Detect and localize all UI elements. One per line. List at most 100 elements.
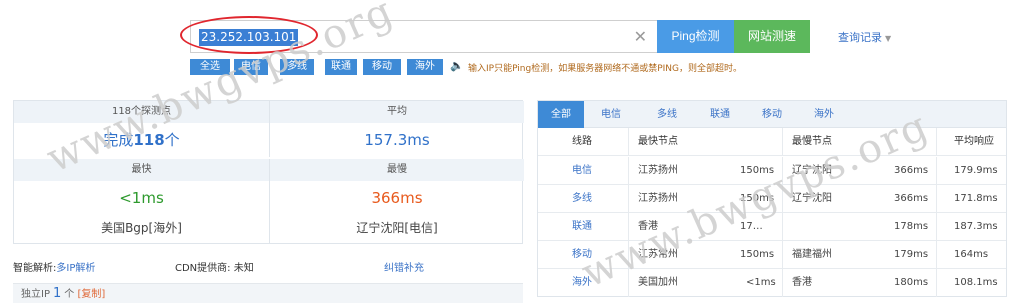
smart-dns-label: 智能解析: (13, 263, 57, 274)
divider (628, 128, 629, 156)
divider (936, 185, 937, 213)
fastest-header: 最快 (14, 159, 269, 181)
slowest-header: 最慢 (269, 159, 524, 181)
row-slow-ms: 366ms (894, 165, 929, 176)
row-line[interactable]: 多线 (572, 185, 592, 213)
speed-test-button[interactable]: 网站测速 (734, 20, 810, 53)
divider (782, 157, 783, 185)
fastest-value: <1ms (119, 189, 164, 207)
probe-count-header: 118个探测点 (14, 101, 269, 123)
chip-multiline[interactable]: 多线 (280, 59, 314, 75)
tab-multiline[interactable]: 多线 (640, 101, 694, 128)
table-row[interactable]: 多线 江苏扬州 150ms 辽宁沈阳 366ms 171.8ms (538, 185, 1006, 213)
row-slow-ms: 366ms (894, 193, 929, 204)
row-slow-ms: 179ms (894, 249, 929, 260)
report-error-link[interactable]: 纠错补充 (384, 259, 424, 274)
multi-ip-link[interactable]: 多IP解析 (56, 263, 95, 274)
ip-search-input[interactable]: 23.252.103.101 ✕ (190, 20, 658, 53)
row-slow-node: 香港 (792, 277, 812, 288)
row-average: 171.8ms (954, 193, 998, 204)
table-row[interactable]: 海外 美国加州 <1ms 香港 180ms 108.1ms (538, 269, 1006, 297)
row-fast-node: 江苏常州 (638, 249, 678, 260)
divider (936, 269, 937, 297)
row-line[interactable]: 电信 (572, 157, 592, 185)
ping-hint: 输入IP只能Ping检测，如果服务器网络不通或禁PING，则全部超时。 (468, 64, 743, 74)
table-row[interactable]: 联通 香港 17… 178ms 187.3ms (538, 213, 1006, 241)
col-fastest: 最快节点 (638, 136, 678, 147)
average-header: 平均 (269, 101, 524, 123)
fastest-location: 美国Bgp[海外] (101, 221, 182, 235)
summary-panel: 118个探测点 平均 完成118个 157.3ms 最快 最慢 <1ms 366… (13, 100, 524, 244)
copy-button[interactable]: [复制] (77, 289, 105, 300)
completed-suffix: 个 (164, 131, 180, 149)
divider (628, 185, 629, 213)
row-slow-node: 辽宁沈阳 (792, 193, 832, 204)
smart-dns: 智能解析:多IP解析 (13, 259, 95, 274)
row-average: 164ms (954, 249, 989, 260)
row-slow-ms: 180ms (894, 277, 929, 288)
row-fast-node: 香港 (638, 221, 658, 232)
row-slow-node: 辽宁沈阳 (792, 165, 832, 176)
table-header: 线路 最快节点 最慢节点 平均响应 (538, 128, 1006, 156)
cdn-provider: CDN提供商: 未知 (175, 263, 254, 274)
row-line[interactable]: 移动 (572, 241, 592, 269)
col-slowest: 最慢节点 (792, 136, 832, 147)
divider (782, 185, 783, 213)
row-line[interactable]: 联通 (572, 213, 592, 241)
completed-count: 完成118个 (14, 123, 269, 157)
average-value: 157.3ms (269, 123, 524, 157)
table-row[interactable]: 移动 江苏常州 150ms 福建福州 179ms 164ms (538, 241, 1006, 269)
tab-mobile[interactable]: 移动 (745, 101, 799, 128)
ping-button[interactable]: Ping检测 (657, 20, 734, 53)
row-fast-node: 美国加州 (638, 277, 678, 288)
ip-count-number: 1 (52, 286, 62, 301)
tab-unicom[interactable]: 联通 (693, 101, 747, 128)
row-fast-node: 江苏扬州 (638, 165, 678, 176)
chip-unicom[interactable]: 联通 (325, 59, 357, 75)
ip-search-value: 23.252.103.101 (199, 29, 299, 46)
table-row[interactable]: 电信 江苏扬州 150ms 辽宁沈阳 366ms 179.9ms (538, 157, 1006, 185)
ip-count-label: 独立IP (21, 289, 50, 300)
tab-all[interactable]: 全部 (538, 101, 584, 128)
history-label: 查询记录 (838, 31, 882, 44)
divider (628, 269, 629, 297)
row-slow-ms: 178ms (894, 221, 929, 232)
row-line[interactable]: 海外 (572, 269, 592, 297)
tab-overseas[interactable]: 海外 (797, 101, 851, 128)
slowest-value: 366ms (269, 181, 524, 215)
completed-number: 118 (133, 131, 165, 149)
row-fast-node: 江苏扬州 (638, 193, 678, 204)
chip-mobile[interactable]: 移动 (363, 59, 401, 75)
divider (628, 213, 629, 241)
col-average: 平均响应 (954, 136, 994, 147)
tab-telecom[interactable]: 电信 (584, 101, 638, 128)
divider (782, 241, 783, 269)
ip-count-bar: 独立IP 1 个 [复制] (13, 283, 523, 303)
row-average: 108.1ms (954, 277, 998, 288)
divider (782, 269, 783, 297)
row-average: 187.3ms (954, 221, 998, 232)
divider (782, 213, 783, 241)
chip-overseas[interactable]: 海外 (407, 59, 443, 75)
divider (936, 157, 937, 185)
divider (628, 241, 629, 269)
close-icon[interactable]: ✕ (634, 27, 647, 47)
divider (782, 128, 783, 156)
row-fast-ms: 150ms (740, 193, 775, 204)
row-average: 179.9ms (954, 165, 998, 176)
chevron-down-icon: ▼ (885, 34, 892, 43)
chip-telecom[interactable]: 电信 (234, 59, 268, 75)
divider (936, 213, 937, 241)
row-fast-ms: <1ms (746, 277, 776, 288)
row-slow-node: 福建福州 (792, 249, 832, 260)
speaker-icon: 🔈 (450, 59, 464, 72)
slowest-location: 辽宁沈阳[电信] (269, 213, 524, 243)
divider (936, 128, 937, 156)
chip-select-all[interactable]: 全选 (190, 59, 230, 75)
row-fast-ms: 150ms (740, 249, 775, 260)
ip-count-unit: 个 (64, 289, 75, 300)
row-fast-ms: 17… (740, 221, 763, 232)
history-dropdown[interactable]: 查询记录 ▼ (838, 29, 891, 45)
col-line: 线路 (572, 136, 592, 147)
line-tabs: 全部 电信 多线 联通 移动 海外 (538, 101, 1006, 128)
